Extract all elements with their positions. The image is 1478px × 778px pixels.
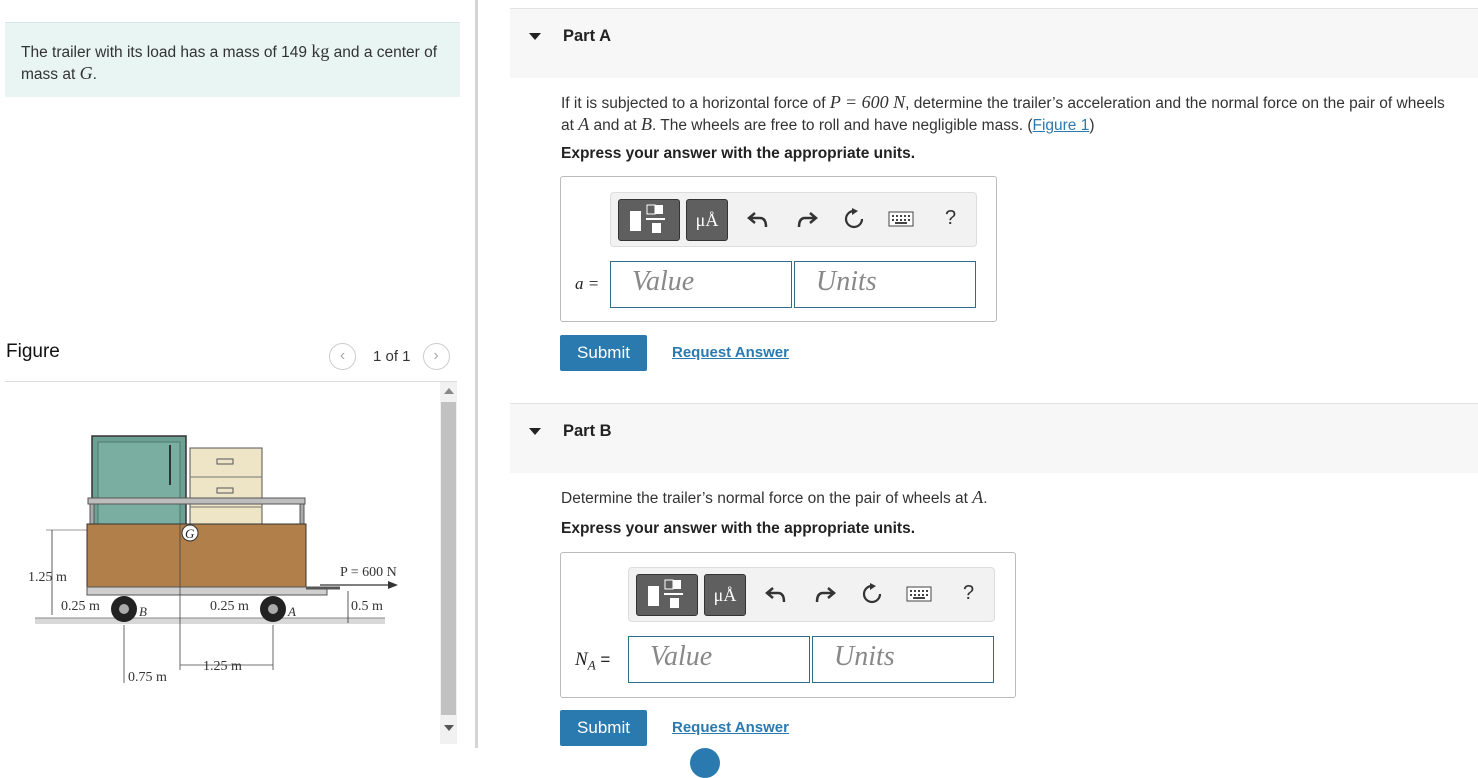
part-a-instruction: Express your answer with the appropriate… — [561, 145, 916, 162]
part-a-toolbar: μÅ ? — [610, 192, 977, 247]
feedback-icon[interactable] — [690, 748, 720, 778]
chevron-left-icon[interactable]: ‹ — [329, 342, 356, 370]
label-force: P = 600 N — [340, 565, 397, 580]
part-a-value-input[interactable]: Value — [610, 261, 792, 308]
part-b-answer-box: μÅ ? NA = Value Units — [560, 552, 1016, 698]
reset-icon[interactable] — [840, 205, 868, 233]
label-g: G — [185, 526, 195, 541]
units-icon[interactable]: μÅ — [704, 574, 746, 616]
figure-title: Figure — [6, 341, 60, 362]
part-b-instruction: Express your answer with the appropriate… — [561, 520, 916, 537]
part-b-request-answer-link[interactable]: Request Answer — [672, 719, 789, 736]
figure-link[interactable]: Figure 1 — [1032, 117, 1089, 134]
label-b: B — [139, 604, 147, 619]
label-wheel-offset-left: 0.25 m — [61, 599, 100, 614]
keyboard-icon[interactable] — [905, 580, 933, 608]
part-a-units-input[interactable]: Units — [794, 261, 976, 308]
part-b-label: Part B — [563, 422, 612, 440]
scroll-up-icon[interactable] — [444, 388, 454, 394]
force-expression: P = 600 N — [829, 92, 906, 112]
chevron-right-icon[interactable]: › — [422, 342, 450, 370]
redo-icon[interactable] — [793, 205, 821, 233]
scroll-down-icon[interactable] — [444, 725, 454, 731]
scrollbar-thumb[interactable] — [441, 402, 456, 715]
center-of-mass-var: G — [79, 63, 93, 83]
label-height: 1.25 m — [28, 570, 67, 585]
part-b-value-input[interactable]: Value — [628, 636, 810, 683]
redo-icon[interactable] — [811, 580, 839, 608]
caret-down-icon — [529, 33, 541, 40]
caret-down-icon — [529, 428, 541, 435]
mass-unit: kg — [311, 41, 330, 61]
templates-icon[interactable] — [618, 199, 680, 241]
panel-divider[interactable] — [475, 0, 478, 748]
label-a: A — [287, 604, 296, 619]
reset-icon[interactable] — [858, 580, 886, 608]
file-drawers — [189, 447, 263, 537]
part-a-question: If it is subjected to a horizontal force… — [561, 92, 1445, 134]
part-a-request-answer-link[interactable]: Request Answer — [672, 344, 789, 361]
keyboard-icon[interactable] — [887, 205, 915, 233]
part-b-toolbar: μÅ ? — [628, 567, 995, 622]
help-icon[interactable]: ? — [945, 207, 956, 230]
label-force-height: 0.5 m — [351, 599, 383, 614]
label-dist-a: 1.25 m — [203, 659, 242, 674]
units-icon[interactable]: μÅ — [686, 199, 728, 241]
part-a-answer-box: μÅ ? a = Value Units — [560, 176, 997, 322]
ground — [35, 618, 385, 624]
part-a-submit-button[interactable]: Submit — [560, 335, 647, 371]
label-dist-b: 0.75 m — [128, 670, 167, 685]
part-a-header[interactable]: Part A — [510, 8, 1478, 78]
part-a-variable: a = — [575, 274, 600, 293]
label-wheel-offset-right: 0.25 m — [210, 599, 249, 614]
undo-icon[interactable] — [744, 205, 772, 233]
figure-navigation: ‹ 1 of 1 › — [329, 342, 450, 370]
part-b-submit-button[interactable]: Submit — [560, 710, 647, 746]
divider — [5, 381, 457, 382]
figure-count: 1 of 1 — [373, 347, 411, 365]
help-icon[interactable]: ? — [963, 582, 974, 605]
part-b-question: Determine the trailer’s normal force on … — [561, 487, 988, 507]
trailer-figure: G 1.25 m 0.25 m B 0.25 m A P = 600 N 0.5… — [28, 435, 398, 685]
part-b-units-input[interactable]: Units — [812, 636, 994, 683]
part-a-label: Part A — [563, 27, 611, 45]
templates-icon[interactable] — [636, 574, 698, 616]
part-b-header[interactable]: Part B — [510, 403, 1478, 473]
part-b-variable: NA = — [575, 649, 611, 673]
problem-statement: The trailer with its load has a mass of … — [5, 22, 460, 97]
undo-icon[interactable] — [762, 580, 790, 608]
